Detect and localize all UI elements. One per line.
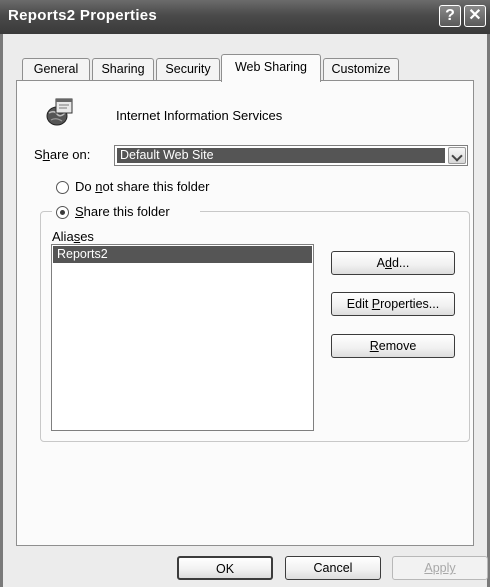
tab-web-sharing[interactable]: Web Sharing — [221, 54, 321, 82]
tab-customize-label: Customize — [331, 62, 391, 76]
tab-sharing-label: Sharing — [101, 62, 145, 76]
share-on-label-part: are on: — [49, 147, 91, 162]
share-folder-mnemonic: S — [75, 204, 84, 219]
share-folder-label[interactable]: Share this folder — [75, 204, 170, 219]
edit-properties-button[interactable]: Edit Properties... — [331, 292, 455, 316]
add-button[interactable]: Add... — [331, 251, 455, 275]
tab-general[interactable]: General — [22, 58, 90, 80]
tab-security-label: Security — [165, 62, 211, 76]
share-folder-label-part: hare this folder — [83, 204, 170, 219]
do-not-share-label-part: Do — [75, 179, 96, 194]
remove-button[interactable]: Remove — [331, 334, 455, 358]
share-folder-radio[interactable] — [56, 206, 69, 219]
edit-label-part: Edit — [346, 297, 372, 311]
share-on-select[interactable]: Default Web Site — [114, 145, 468, 166]
apply-button[interactable]: Apply — [392, 556, 488, 580]
help-button[interactable]: ? — [439, 5, 461, 27]
close-button[interactable]: ✕ — [464, 5, 486, 27]
share-on-mnemonic: h — [42, 147, 50, 162]
aliases-label-part: Alia — [52, 229, 74, 244]
tab-security[interactable]: Security — [156, 58, 220, 80]
edit-label-part: roperties... — [380, 297, 440, 311]
add-label-part: A — [376, 256, 385, 270]
window-title: Reports2 Properties — [8, 7, 158, 24]
aliases-label: Aliases — [52, 229, 94, 244]
add-mnemonic: d — [385, 256, 392, 270]
share-on-label-part: S — [34, 147, 43, 162]
aliases-label-part: es — [80, 229, 94, 244]
iis-globe-icon — [46, 98, 73, 126]
alias-list-item[interactable]: Reports2 — [53, 246, 312, 263]
do-not-share-label[interactable]: Do not share this folder — [75, 179, 209, 194]
edit-mnemonic: P — [371, 297, 381, 311]
tab-customize[interactable]: Customize — [323, 58, 399, 80]
share-on-value: Default Web Site — [117, 148, 445, 163]
cancel-button[interactable]: Cancel — [285, 556, 381, 580]
tab-web-sharing-label: Web Sharing — [234, 60, 308, 74]
ok-button[interactable]: OK — [177, 556, 273, 580]
remove-label-part: emove — [378, 339, 417, 353]
share-on-label: Share on: — [34, 147, 90, 162]
tab-general-label: General — [33, 62, 79, 76]
aliases-listbox[interactable]: Reports2 — [51, 244, 314, 431]
do-not-share-label-part: ot share this folder — [102, 179, 210, 194]
do-not-share-radio[interactable] — [56, 181, 69, 194]
iis-label: Internet Information Services — [116, 108, 283, 123]
title-bar[interactable]: Reports2 Properties ? ✕ — [0, 0, 490, 34]
remove-mnemonic: R — [369, 339, 379, 353]
tab-sharing[interactable]: Sharing — [92, 58, 154, 80]
chevron-down-icon[interactable] — [448, 147, 466, 164]
add-label-part: d... — [391, 256, 410, 270]
